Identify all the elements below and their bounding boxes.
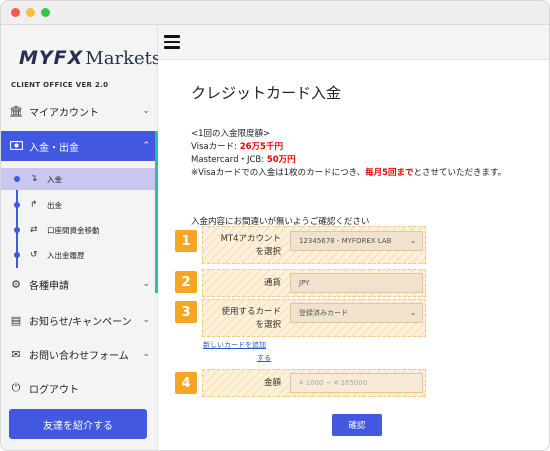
chevron-down-icon: ⌄	[142, 315, 150, 325]
title-bar	[1, 1, 549, 25]
sidebar-item-label: マイアカウント	[29, 107, 99, 119]
confirm-button[interactable]: 確認	[332, 414, 382, 436]
field-label-line1: 使用するカード	[221, 307, 281, 317]
sidebar-item-deposit-withdraw[interactable]: 入金・出金 ⌃	[1, 131, 158, 161]
sidebar-item-applications[interactable]: ⚙ 各種申請 ⌄	[1, 269, 158, 299]
visa-note-red: 毎月5回まで	[365, 168, 414, 178]
field-label-amount: 金額	[263, 378, 281, 388]
add-card-line1: 新しいカードを追加	[203, 341, 266, 349]
visa-note-pre: ※Visaカードでの入金は1枚のカードにつき、	[191, 168, 366, 178]
visa-limit: 26万5千円	[239, 142, 283, 152]
bullet-icon	[14, 252, 20, 258]
step-badge-3: 3	[175, 301, 197, 323]
mc-label: Mastercard・JCB:	[191, 155, 265, 165]
refer-friend-button[interactable]: 友達を紹介する	[9, 409, 147, 439]
card-select-value: 登録済みカード	[299, 309, 348, 317]
add-new-card-link[interactable]: 新しいカードを追加 する	[203, 339, 283, 365]
bullet-icon	[14, 202, 20, 208]
deposit-limits: <1回の入金限度額> Visaカード: 26万5千円 Mastercard・JC…	[191, 128, 546, 180]
bullet-icon	[14, 227, 20, 233]
newspaper-icon: ▤	[10, 313, 22, 327]
logo[interactable]: MYFX Markets	[19, 39, 161, 69]
sidebar-item-label: 各種申請	[29, 280, 69, 292]
logo-markets: Markets	[85, 48, 162, 69]
mc-limit: 50万円	[266, 155, 296, 165]
currency-field[interactable]: JPY	[290, 273, 423, 293]
sidebar-item-my-account[interactable]: 🏛︎ マイアカウント ⌄	[1, 96, 158, 126]
visa-label: Visaカード:	[191, 142, 237, 152]
maximize-window-button[interactable]	[41, 8, 50, 17]
sidebar-item-label: お知らせ/キャンペーン	[29, 316, 132, 328]
card-select[interactable]: 登録済みカード ⌄	[290, 303, 423, 323]
top-bar	[158, 25, 549, 60]
page-title: クレジットカード入金	[191, 84, 342, 102]
field-label-line2: を選択	[255, 320, 281, 330]
submenu-item-history[interactable]: ↺ 入出金履歴	[1, 244, 155, 266]
field-row-card: 使用するカード を選択 登録済みカード ⌄	[202, 299, 426, 337]
chevron-down-icon: ⌄	[142, 349, 150, 359]
visa-note-post: とさせていただきます。	[413, 168, 507, 178]
step-badge-4: 4	[175, 372, 197, 394]
gears-icon: ⚙	[11, 277, 21, 291]
chevron-down-icon: ⌄	[142, 106, 150, 116]
add-card-line2: する	[257, 354, 271, 362]
bullet-icon	[14, 176, 20, 182]
visa-note: ※Visaカードでの入金は1枚のカードにつき、毎月5回までとさせていただきます。	[191, 167, 546, 180]
sidebar-item-label: お問い合わせフォーム	[29, 350, 129, 362]
submenu-label: 出金	[47, 200, 62, 210]
field-row-account: MT4アカウント を選択 12345678 - MYFOREX LAB ⌄	[202, 226, 426, 264]
logo-myfx: MYFX	[19, 47, 84, 69]
sidebar-item-label: 入金・出金	[29, 142, 79, 154]
sidebar: MYFX Markets CLIENT OFFICE VER 2.0 🏛︎ マイ…	[1, 25, 161, 450]
sidebar-item-news[interactable]: ▤ お知らせ/キャンペーン ⌄	[1, 305, 158, 335]
field-row-amount: 金額 ¥ 1000 ~ ¥ 265000	[202, 369, 426, 397]
field-row-currency: 通貨 JPY	[202, 269, 426, 297]
mc-limit-line: Mastercard・JCB: 50万円	[191, 154, 546, 167]
sidebar-item-contact[interactable]: ✉ お問い合わせフォーム ⌄	[1, 339, 158, 369]
envelope-icon: ✉	[11, 347, 21, 361]
browser-window: MYFX Markets CLIENT OFFICE VER 2.0 🏛︎ マイ…	[0, 0, 550, 451]
sidebar-item-label: ログアウト	[29, 384, 79, 396]
amount-placeholder: ¥ 1000 ~ ¥ 265000	[299, 379, 368, 387]
field-label-card: 使用するカード を選択	[203, 306, 281, 332]
close-window-button[interactable]	[11, 8, 20, 17]
account-select[interactable]: 12345678 - MYFOREX LAB ⌄	[290, 231, 423, 251]
bank-icon: 🏛︎	[9, 104, 23, 118]
submenu-item-deposit[interactable]: ↴ 入金	[1, 168, 155, 190]
submenu-item-transfer[interactable]: ⇄ 口座間資金移動	[1, 219, 155, 241]
account-select-value: 12345678 - MYFOREX LAB	[299, 237, 392, 245]
minimize-window-button[interactable]	[26, 8, 35, 17]
field-label-account: MT4アカウント を選択	[203, 233, 281, 259]
amount-input[interactable]: ¥ 1000 ~ ¥ 265000	[290, 373, 423, 393]
currency-value: JPY	[299, 279, 310, 287]
submenu-label: 口座間資金移動	[47, 225, 100, 235]
submenu-item-withdraw[interactable]: ↱ 出金	[1, 194, 155, 216]
arrow-down-icon: ↴	[30, 174, 38, 184]
field-label-line2: を選択	[255, 247, 281, 257]
transfer-icon: ⇄	[30, 225, 38, 235]
field-label-currency: 通貨	[263, 278, 281, 288]
main-content: クレジットカード入金 <1回の入金限度額> Visaカード: 26万5千円 Ma…	[158, 60, 549, 450]
submenu-label: 入金	[47, 174, 62, 184]
submenu-label: 入出金履歴	[47, 250, 85, 260]
step-badge-1: 1	[175, 230, 197, 252]
power-icon: ⏻	[11, 381, 21, 394]
money-icon	[9, 140, 23, 153]
visa-limit-line: Visaカード: 26万5千円	[191, 141, 546, 154]
step-badge-2: 2	[175, 271, 197, 293]
sidebar-item-logout[interactable]: ⏻ ログアウト	[1, 373, 158, 403]
chevron-down-icon: ⌄	[410, 309, 416, 317]
hamburger-menu-icon[interactable]	[164, 35, 180, 49]
chevron-down-icon: ⌄	[410, 237, 416, 245]
limits-heading: <1回の入金限度額>	[191, 129, 271, 139]
arrow-up-icon: ↱	[30, 200, 38, 210]
version-label: CLIENT OFFICE VER 2.0	[11, 81, 109, 89]
field-label-line1: MT4アカウント	[220, 234, 281, 244]
history-icon: ↺	[30, 250, 38, 260]
chevron-down-icon: ⌄	[142, 279, 150, 289]
chevron-up-icon: ⌃	[142, 141, 150, 151]
